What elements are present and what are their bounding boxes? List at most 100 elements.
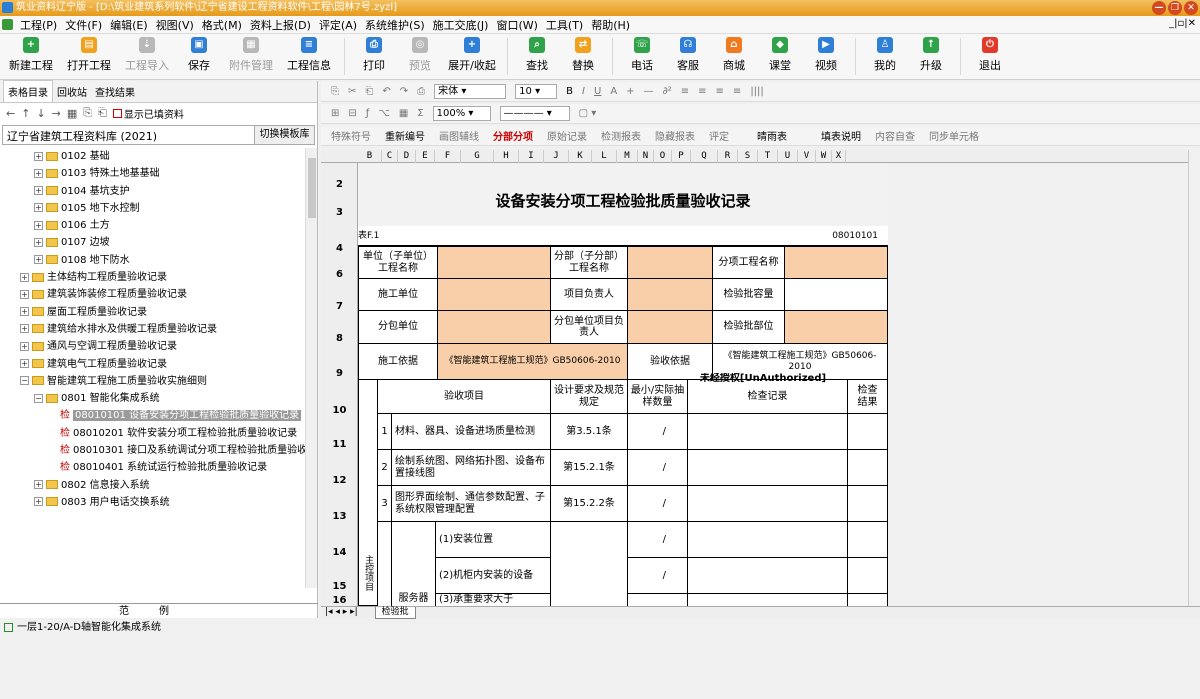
tree-folder-item[interactable]: − 0801 智能化集成系统 <box>2 390 312 407</box>
expand-icon[interactable]: + <box>34 203 43 213</box>
expand-button[interactable]: + 展开/收起 <box>443 34 501 79</box>
mdi-controls[interactable]: _|▫|✕ <box>1169 18 1196 29</box>
input-subleader[interactable] <box>628 311 713 344</box>
library-selector[interactable]: 辽宁省建筑工程资料库 (2021) 切换模板库 <box>2 125 315 145</box>
expand-icon[interactable]: + <box>34 497 43 507</box>
input-unit[interactable] <box>438 247 551 279</box>
menu-evaluate[interactable]: 评定(A) <box>315 17 361 33</box>
tree-folder-item[interactable]: + 建筑给水排水及供暖工程质量验收记录 <box>2 321 312 338</box>
column-header[interactable]: U <box>778 150 798 163</box>
column-header[interactable]: R <box>718 150 738 163</box>
column-header[interactable]: H <box>494 150 519 163</box>
result-5[interactable] <box>848 558 888 594</box>
column-header[interactable]: V <box>798 150 816 163</box>
tree-folder-item[interactable]: + 建筑装饰装修工程质量验收记录 <box>2 286 312 303</box>
column-header[interactable]: W <box>816 150 832 163</box>
input-leader[interactable] <box>628 279 713 311</box>
bold-icon[interactable]: B <box>566 86 573 97</box>
evaluate-button[interactable]: 评定 <box>709 128 729 143</box>
result-2[interactable] <box>848 450 888 486</box>
expand-icon[interactable]: + <box>20 324 29 334</box>
justify-icon[interactable]: ≡ <box>733 86 741 97</box>
result-4[interactable] <box>848 522 888 558</box>
project-info-button[interactable]: ≡ 工程信息 <box>280 34 338 79</box>
sheet-tab-inspection[interactable]: 检验批 <box>374 607 416 619</box>
menu-help[interactable]: 帮助(H) <box>587 17 634 33</box>
column-header[interactable]: G <box>461 150 494 163</box>
legend-item[interactable]: 一层1-20/A-D轴智能化集成系统 <box>0 620 318 636</box>
print-button[interactable]: ⎙ 打印 <box>351 34 397 79</box>
column-header[interactable]: D <box>398 150 416 163</box>
column-header[interactable]: K <box>569 150 592 163</box>
row-header[interactable]: 16 <box>321 595 358 606</box>
exit-button[interactable]: ⏻ 退出 <box>967 34 1013 79</box>
tree-leaf-item[interactable]: 检 08010201 软件安装分项工程检验批质量验收记录 <box>2 425 312 442</box>
save-button[interactable]: ▣ 保存 <box>176 34 222 79</box>
expand-icon[interactable]: + <box>20 341 29 351</box>
input-part[interactable] <box>628 247 713 279</box>
maximize-button[interactable]: ❐ <box>1168 1 1182 15</box>
up-arrow-icon[interactable]: ↑ <box>21 107 30 120</box>
expand-icon[interactable]: + <box>34 168 43 178</box>
result-6[interactable] <box>848 594 888 606</box>
scroll-thumb[interactable] <box>308 158 316 218</box>
tree-folder-item[interactable]: +0803 用户电话交换系统 <box>2 494 312 511</box>
minus-icon[interactable]: — <box>644 86 654 97</box>
row-header[interactable]: 10 <box>321 405 358 416</box>
menu-briefing[interactable]: 施工交底(J) <box>429 17 493 33</box>
row-header[interactable]: 12 <box>321 475 358 486</box>
copy-icon[interactable]: ⎘ <box>83 106 92 120</box>
merge-icon[interactable]: ⊞ <box>331 108 339 119</box>
tree-scrollbar[interactable] <box>305 148 317 588</box>
row-header[interactable]: 15 <box>321 581 358 592</box>
column-header[interactable]: S <box>738 150 758 163</box>
column-header[interactable]: Q <box>691 150 718 163</box>
row-header[interactable]: 7 <box>321 301 358 312</box>
line-style-select[interactable]: ———— ▾ <box>499 106 570 121</box>
row-header[interactable]: 3 <box>321 207 358 218</box>
font-color-icon[interactable]: A <box>610 86 617 97</box>
underline-icon[interactable]: U <box>594 86 601 97</box>
column-header[interactable]: P <box>672 150 691 163</box>
input-builder[interactable] <box>438 279 551 311</box>
column-header[interactable]: T <box>758 150 778 163</box>
tree-folder-item[interactable]: +0103 特殊土地基基础 <box>2 165 312 182</box>
input-item[interactable] <box>785 247 888 279</box>
insert-icon[interactable]: + <box>626 86 634 97</box>
replace-button[interactable]: ⇄ 替换 <box>560 34 606 79</box>
column-header[interactable]: I <box>519 150 544 163</box>
formula-icon[interactable]: ƒ <box>366 108 370 119</box>
row-header[interactable]: 11 <box>321 439 358 450</box>
superscript-icon[interactable]: ∂² <box>663 86 672 97</box>
record-6[interactable] <box>688 594 848 606</box>
slash-6[interactable] <box>628 594 688 606</box>
column-header[interactable]: N <box>638 150 654 163</box>
sum-icon[interactable]: Σ <box>417 108 423 119</box>
row-header[interactable]: 13 <box>321 511 358 522</box>
menu-system[interactable]: 系统维护(S) <box>361 17 429 33</box>
align-right-icon[interactable]: ≡ <box>716 86 724 97</box>
font-select[interactable]: 宋体 ▾ <box>434 84 507 99</box>
tree-folder-item[interactable]: +0104 基坑支护 <box>2 183 312 200</box>
italic-icon[interactable]: I <box>582 86 585 97</box>
tree-folder-item[interactable]: + 主体结构工程质量验收记录 <box>2 269 312 286</box>
row-header[interactable]: 6 <box>321 269 358 280</box>
tree-leaf-item[interactable]: 检 08010401 系统试运行检验批质量验收记录 <box>2 459 312 476</box>
weather-button[interactable]: 晴雨表 <box>757 128 787 143</box>
tree-leaf-item[interactable]: 检 08010301 接口及系统调试分项工程检验批质量验收 <box>2 442 312 459</box>
close-button[interactable]: ✕ <box>1184 1 1198 15</box>
menu-window[interactable]: 窗口(W) <box>492 17 541 33</box>
expand-icon[interactable]: + <box>34 237 43 247</box>
menu-view[interactable]: 视图(V) <box>152 17 198 33</box>
copy-format-icon[interactable]: ⎘ <box>331 86 339 97</box>
input-location[interactable] <box>785 311 888 344</box>
actual-5[interactable] <box>666 558 688 594</box>
expand-icon[interactable]: + <box>34 220 43 230</box>
self-check-button[interactable]: 内容自查 <box>875 128 915 143</box>
tab-recycle[interactable]: 回收站 <box>53 81 91 102</box>
align-left-icon[interactable]: ≡ <box>681 86 689 97</box>
expand-icon[interactable]: + <box>34 151 43 161</box>
draw-aux-button[interactable]: 画图辅线 <box>439 128 479 143</box>
column-header[interactable]: L <box>592 150 617 163</box>
raw-record-button[interactable]: 原始记录 <box>547 128 587 143</box>
